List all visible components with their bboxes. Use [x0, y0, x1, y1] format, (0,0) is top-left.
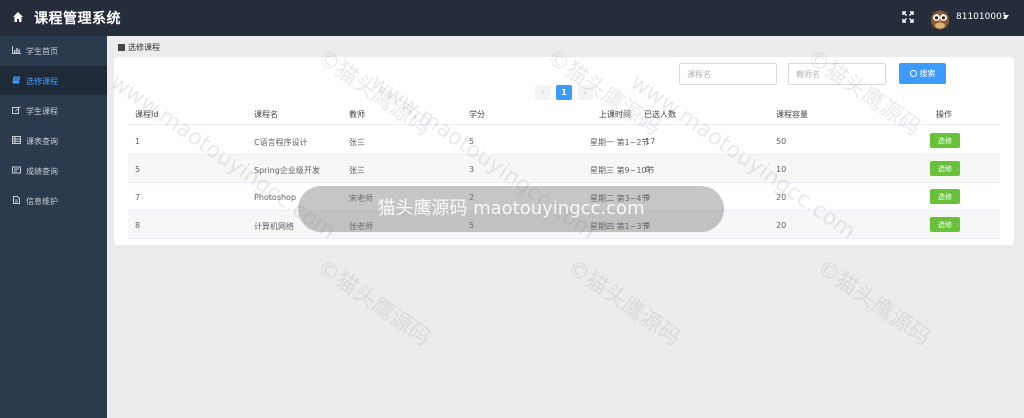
cell-capacity: 20 [776, 221, 787, 230]
enroll-button[interactable]: 选修 [930, 161, 960, 176]
sidebar-item-label: 选修课程 [26, 77, 58, 86]
sidebar-item-label: 学生课程 [26, 107, 58, 116]
app-title: 课程管理系统 [34, 11, 121, 27]
sidebar-item-profile[interactable]: 信息维护 [0, 186, 107, 215]
sidebar-item-label: 信息维护 [26, 197, 58, 206]
course-name-input[interactable] [679, 63, 777, 85]
sidebar: 学生首页 选修课程 学生课程 课表查询 成绩查询 信息维护 [0, 36, 107, 418]
breadcrumb-label: 选修课程 [128, 43, 160, 52]
cell-id: 7 [135, 193, 141, 202]
table-icon [12, 136, 21, 144]
sidebar-item-student-courses[interactable]: 学生课程 [0, 96, 107, 125]
username[interactable]: 811010001 [956, 12, 1008, 22]
watermark-text: ©猫头鹰源码 [812, 254, 935, 352]
cell-credit: 5 [469, 137, 475, 146]
cell-enrolled: 17 [645, 137, 656, 146]
home-icon[interactable] [12, 11, 24, 23]
column-header-time: 上课时间 [599, 110, 631, 119]
sidebar-item-elective-courses[interactable]: 选修课程 [0, 66, 107, 95]
cell-id: 5 [135, 165, 141, 174]
breadcrumb: 选修课程 [118, 42, 160, 53]
cell-credit: 3 [469, 165, 475, 174]
sidebar-item-grades[interactable]: 成绩查询 [0, 156, 107, 185]
enroll-button[interactable]: 选修 [930, 133, 960, 148]
watermark-text: ©猫头鹰源码 [312, 254, 435, 352]
table-row: 1 C语言程序设计 张三 5 星期一 第1~2节 17 50 选修 [128, 127, 1000, 155]
cell-capacity: 10 [776, 165, 787, 174]
search-button[interactable]: 搜索 [899, 63, 946, 84]
column-header-id: 课程Id [135, 110, 159, 119]
page-number-current[interactable]: 1 [556, 85, 572, 100]
sidebar-item-label: 学生首页 [26, 47, 58, 56]
sidebar-item-home[interactable]: 学生首页 [0, 36, 107, 65]
card-icon [12, 166, 21, 174]
enroll-button[interactable]: 选修 [930, 217, 960, 232]
search-icon [909, 70, 917, 77]
column-header-enrolled: 已选人数 [644, 110, 676, 119]
file-icon [13, 196, 20, 204]
owl-avatar[interactable] [929, 6, 951, 30]
cell-enrolled: 0 [645, 165, 651, 174]
column-header-action: 操作 [936, 110, 952, 119]
cell-capacity: 20 [776, 193, 787, 202]
caret-down-icon[interactable] [1003, 15, 1009, 19]
cell-capacity: 50 [776, 137, 787, 146]
cell-name: Photoshop [254, 193, 297, 202]
teacher-name-input[interactable] [788, 63, 886, 85]
table-row: 5 Spring企业级开发 张三 3 星期三 第9~10节 0 10 选修 [128, 155, 1000, 183]
sidebar-item-schedule[interactable]: 课表查询 [0, 126, 107, 155]
top-bar: 课程管理系统 811010001 [0, 0, 1024, 36]
cell-id: 1 [135, 137, 141, 146]
watermark-banner: 猫头鹰源码 maotouyingcc.com [298, 186, 724, 232]
edit-icon [12, 106, 21, 114]
sidebar-item-label: 课表查询 [26, 137, 58, 146]
cell-time: 星期一 第1~2节 [590, 138, 650, 147]
cell-name: 计算机网络 [254, 222, 294, 231]
cell-teacher: 张三 [349, 138, 365, 147]
cell-teacher: 张三 [349, 166, 365, 175]
column-header-name: 课程名 [254, 110, 278, 119]
header-divider [128, 124, 1000, 125]
column-header-credit: 学分 [469, 110, 485, 119]
book-icon [12, 76, 20, 84]
book-icon [118, 44, 125, 51]
search-button-label: 搜索 [919, 69, 936, 78]
enroll-button[interactable]: 选修 [930, 189, 960, 204]
sidebar-item-label: 成绩查询 [26, 167, 58, 176]
cell-id: 8 [135, 221, 141, 230]
page-next-button[interactable]: › [577, 85, 593, 100]
column-header-teacher: 教师 [349, 110, 365, 119]
cell-name: C语言程序设计 [254, 138, 308, 147]
chart-icon [12, 46, 21, 54]
watermark-text: ©猫头鹰源码 [562, 254, 685, 352]
fullscreen-icon[interactable] [902, 11, 914, 23]
column-header-capacity: 课程容量 [776, 110, 808, 119]
cell-name: Spring企业级开发 [254, 166, 320, 175]
page-prev-button[interactable]: ‹ [535, 85, 551, 100]
